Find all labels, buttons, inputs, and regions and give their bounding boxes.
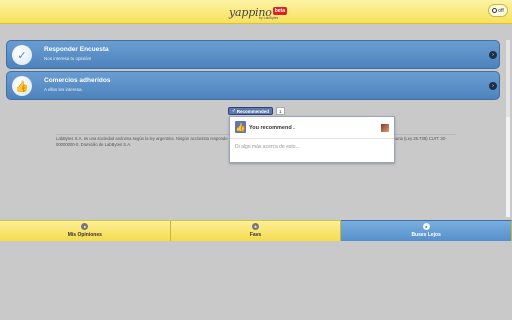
recommend-count: 1 [276, 107, 285, 115]
beta-badge: beta [272, 7, 287, 15]
chevron-right-icon: › [489, 51, 497, 59]
off-button[interactable]: off [488, 4, 508, 17]
menu-item-title: Comercios adheridos [44, 77, 111, 84]
app-logo: yappino beta by LabBytes [229, 3, 287, 21]
tab-label: Mis Opiniones [67, 232, 102, 238]
thumbs-up-icon: 👍 [12, 76, 32, 96]
tab-buses-lejos[interactable]: ● Buses Lejos [341, 220, 512, 241]
menu-item-subtitle: A ellos les interesa. [44, 87, 83, 92]
checkmark-icon: ✓ [12, 45, 32, 65]
facebook-recommend-button[interactable]: ✓ Recommended [228, 107, 274, 115]
bottom-tab-bar: ● Mis Opiniones ★ Favs ● Buses Lejos [0, 220, 512, 241]
power-icon [492, 8, 498, 13]
popup-header: 👍 You recommend . [230, 117, 394, 139]
off-label: off [498, 7, 504, 14]
location-icon: ● [422, 223, 430, 230]
scrollbar-track[interactable] [506, 40, 510, 120]
menu-item-responder-encuesta[interactable]: ✓ Responder Encuesta Nos interesa tu opi… [6, 40, 500, 69]
tab-label: Favs [249, 232, 262, 238]
star-icon: ★ [252, 223, 259, 230]
facebook-recommend-widget: ✓ Recommended 1 [228, 107, 285, 115]
menu-item-subtitle: Nos interesa tu opinión! [44, 56, 92, 61]
tab-label: Buses Lejos [411, 232, 441, 238]
scrollbar-thumb[interactable] [506, 117, 510, 217]
logo-subtitle: by LabBytes [259, 16, 279, 20]
checkmark-icon: ✓ [232, 108, 236, 113]
chat-icon: ● [81, 223, 89, 230]
tab-favs[interactable]: ★ Favs [170, 220, 342, 241]
comment-input[interactable]: Di algo más acerca de esto... [235, 144, 390, 150]
tab-mis-opiniones[interactable]: ● Mis Opiniones [0, 220, 171, 241]
facebook-recommend-popup: 👍 You recommend . Di algo más acerca de … [229, 116, 395, 163]
popup-title: You recommend . [249, 125, 295, 131]
recommend-label: Recommended [236, 108, 270, 114]
menu-item-comercios-adheridos[interactable]: 👍 Comercios adheridos A ellos les intere… [6, 71, 500, 100]
top-bar: yappino beta by LabBytes off [0, 0, 512, 24]
avatar [381, 124, 389, 132]
chevron-right-icon: › [489, 82, 497, 90]
menu-item-title: Responder Encuesta [44, 46, 109, 53]
thumbs-up-icon: 👍 [235, 121, 246, 133]
